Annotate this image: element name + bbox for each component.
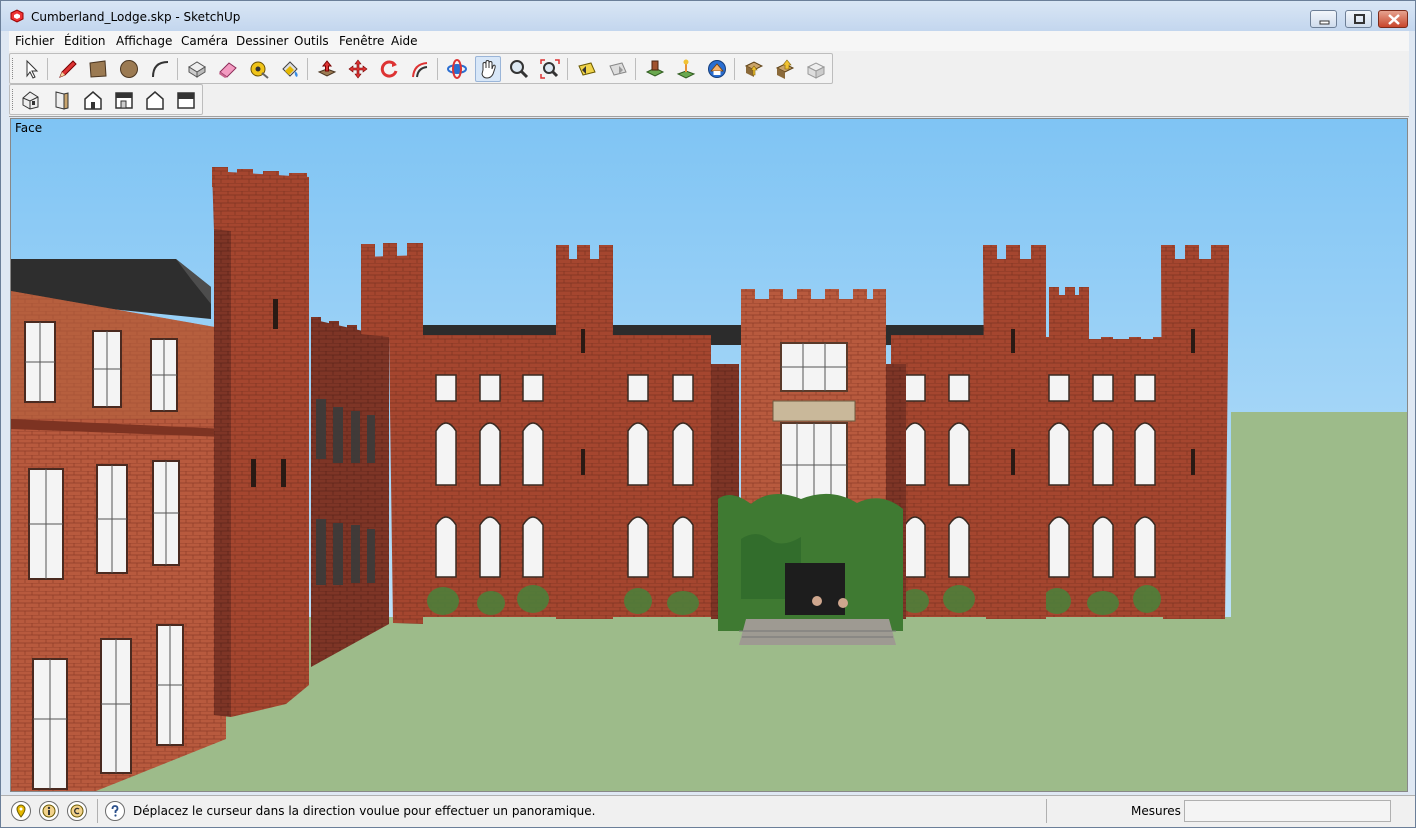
rotate-icon: [380, 60, 398, 78]
eraser-icon: [219, 62, 237, 78]
arc-icon: [152, 61, 169, 78]
close-button[interactable]: [1378, 10, 1408, 28]
iso-view-button[interactable]: [18, 87, 44, 113]
select-tool-button[interactable]: [18, 56, 44, 82]
sketchup-window: Cumberland_Lodge.skp - SketchUp Fichier …: [0, 0, 1416, 828]
measures-label: Mesures: [1131, 804, 1181, 818]
make-component-icon: [188, 61, 206, 78]
get-models-button[interactable]: [741, 56, 767, 82]
zoom-tool-button[interactable]: [506, 56, 532, 82]
castle-model-scene: [11, 119, 1407, 791]
back-view-button[interactable]: [142, 87, 168, 113]
menu-fenetre[interactable]: Fenêtre: [339, 34, 384, 48]
top-view-button[interactable]: [49, 87, 75, 113]
menu-dessiner[interactable]: Dessiner: [236, 34, 288, 48]
previous-view-button[interactable]: [574, 56, 600, 82]
close-icon: [1388, 14, 1400, 25]
circle-tool-button[interactable]: [116, 56, 142, 82]
status-bar: Déplacez le curseur dans la direction vo…: [1, 795, 1415, 827]
arc-tool-button[interactable]: [147, 56, 173, 82]
tape-measure-icon: [250, 61, 269, 79]
share-model-icon: [775, 59, 795, 79]
photo-textures-button[interactable]: [704, 56, 730, 82]
tape-measure-button[interactable]: [246, 56, 272, 82]
front-view-button[interactable]: [80, 87, 106, 113]
question-help-icon[interactable]: [105, 801, 125, 821]
front-view-icon: [84, 91, 102, 110]
status-message: Déplacez le curseur dans la direction vo…: [133, 804, 596, 818]
extension-warehouse-icon: [806, 62, 826, 79]
next-view-icon: [609, 62, 627, 76]
window-title: Cumberland_Lodge.skp - SketchUp: [31, 10, 241, 24]
menu-camera[interactable]: Caméra: [181, 34, 228, 48]
add-location-icon: [645, 60, 665, 77]
back-view-icon: [146, 91, 164, 110]
menu-outils[interactable]: Outils: [294, 34, 329, 48]
status-divider: [1046, 799, 1047, 823]
maximize-icon: [1354, 14, 1365, 24]
main-toolbar: [9, 53, 833, 85]
zoom-icon: [510, 60, 529, 79]
model-viewport[interactable]: Face: [10, 118, 1408, 792]
get-models-icon: [744, 61, 764, 77]
toggle-terrain-icon: [676, 59, 696, 79]
previous-view-icon: [578, 62, 596, 76]
pencil-line-icon: [59, 60, 77, 78]
share-model-button[interactable]: [772, 56, 798, 82]
toolbar-grip[interactable]: [12, 89, 15, 110]
sketchup-logo-icon: [9, 9, 25, 23]
top-view-icon: [55, 91, 69, 110]
next-view-button[interactable]: [605, 56, 631, 82]
push-pull-button[interactable]: [314, 56, 340, 82]
rectangle-icon: [89, 60, 107, 78]
iso-view-icon: [22, 91, 39, 110]
circle-icon: [120, 60, 138, 78]
select-arrow-icon: [26, 59, 39, 79]
move-icon: [348, 59, 368, 79]
photo-textures-icon: [708, 60, 726, 78]
viewport-tool-hint: Face: [15, 121, 43, 135]
credits-icon[interactable]: [39, 801, 59, 821]
orbit-icon: [447, 59, 467, 79]
rotate-tool-button[interactable]: [376, 56, 402, 82]
push-pull-icon: [317, 60, 337, 77]
left-view-icon: [177, 92, 195, 109]
geo-location-icon[interactable]: [11, 801, 31, 821]
title-bar: Cumberland_Lodge.skp - SketchUp: [1, 1, 1415, 31]
line-tool-button[interactable]: [54, 56, 80, 82]
menu-affichage[interactable]: Affichage: [116, 34, 172, 48]
toggle-terrain-button[interactable]: [673, 56, 699, 82]
add-location-button[interactable]: [642, 56, 668, 82]
zoom-extents-icon: [540, 59, 560, 79]
menu-fichier[interactable]: Fichier: [15, 34, 54, 48]
menu-aide[interactable]: Aide: [391, 34, 418, 48]
menu-bar: Fichier Édition Affichage Caméra Dessine…: [9, 31, 1409, 51]
move-tool-button[interactable]: [345, 56, 371, 82]
toolbar-grip[interactable]: [12, 58, 15, 79]
rectangle-tool-button[interactable]: [85, 56, 111, 82]
offset-tool-button[interactable]: [407, 56, 433, 82]
maximize-button[interactable]: [1345, 10, 1372, 28]
pan-tool-button[interactable]: [475, 56, 501, 82]
paint-bucket-button[interactable]: [277, 56, 303, 82]
right-view-button[interactable]: [111, 87, 137, 113]
measures-input[interactable]: [1184, 800, 1391, 822]
offset-icon: [412, 62, 428, 78]
minimize-button[interactable]: [1310, 10, 1337, 28]
pan-hand-icon: [481, 59, 496, 79]
copyright-icon[interactable]: [67, 801, 87, 821]
paint-bucket-icon: [282, 61, 298, 77]
right-view-icon: [115, 92, 133, 109]
toolbar-area: [9, 51, 1409, 117]
views-toolbar: [9, 84, 203, 116]
minimize-icon: [1319, 20, 1330, 25]
make-component-button[interactable]: [184, 56, 210, 82]
orbit-tool-button[interactable]: [444, 56, 470, 82]
left-view-button[interactable]: [173, 87, 199, 113]
extension-warehouse-button[interactable]: [803, 56, 829, 82]
zoom-extents-button[interactable]: [537, 56, 563, 82]
menu-edition[interactable]: Édition: [64, 34, 106, 48]
eraser-tool-button[interactable]: [215, 56, 241, 82]
